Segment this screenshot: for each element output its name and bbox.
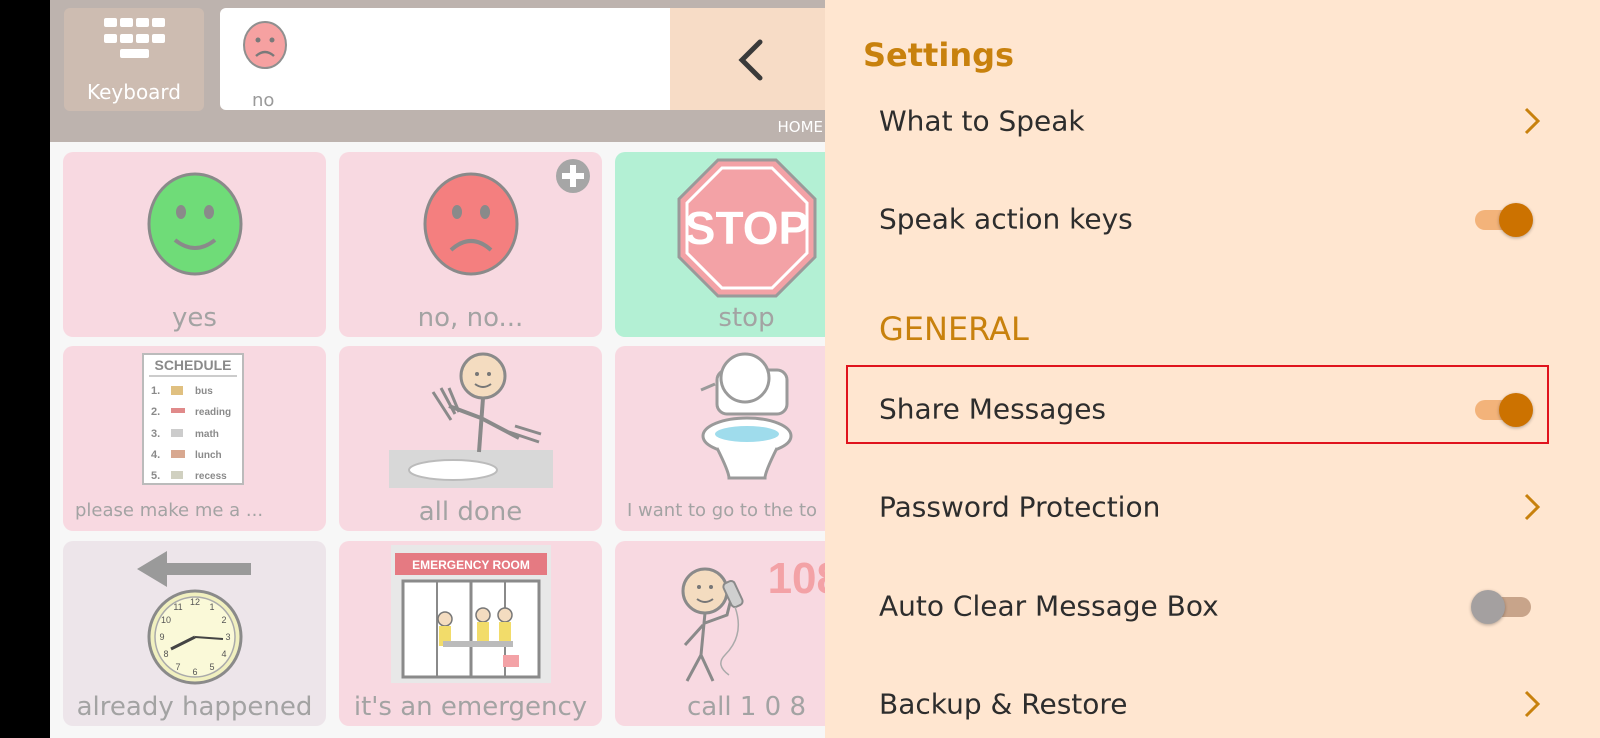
sad-face-icon — [423, 172, 519, 276]
tile-already-happened[interactable]: 12 1 2 3 4 5 6 7 8 9 10 11 already happe… — [63, 541, 326, 726]
stop-text: STOP — [685, 202, 809, 254]
svg-text:11: 11 — [173, 602, 182, 612]
svg-text:9: 9 — [159, 632, 164, 642]
chevron-left-icon — [738, 39, 763, 81]
chevron-right-icon — [1524, 107, 1541, 135]
setting-auto-clear-message-box[interactable]: Auto Clear Message Box — [861, 567, 1561, 645]
clock-icon: 12 1 2 3 4 5 6 7 8 9 10 11 — [137, 551, 251, 685]
top-bar: Keyboard no HOME — [50, 0, 825, 142]
tile-no[interactable]: no, no... — [339, 152, 602, 337]
tile-schedule[interactable]: SCHEDULE 1. bus 2. reading 3. math 4. lu… — [63, 346, 326, 531]
aac-board: Keyboard no HOME yes no, no... STOP stop… — [50, 0, 825, 738]
svg-text:8: 8 — [163, 649, 168, 659]
add-icon[interactable] — [555, 158, 591, 194]
backspace-button[interactable] — [670, 8, 825, 110]
schedule-icon: SCHEDULE 1. bus 2. reading 3. math 4. lu… — [142, 353, 244, 485]
svg-text:4: 4 — [221, 649, 226, 659]
tile-label: no, no... — [417, 303, 524, 333]
tile-label: stop — [718, 303, 775, 333]
message-word: no — [252, 90, 275, 111]
tile-stop[interactable]: STOP stop — [615, 152, 825, 337]
svg-text:6: 6 — [192, 667, 197, 677]
message-box[interactable]: no — [220, 8, 670, 111]
tile-label: yes — [172, 303, 217, 333]
setting-speak-action-keys[interactable]: Speak action keys — [861, 180, 1561, 258]
setting-label: Password Protection — [879, 490, 1161, 524]
schedule-title: SCHEDULE — [154, 357, 231, 373]
tile-label: please make me a ... — [75, 500, 264, 521]
setting-backup-restore[interactable]: Backup & Restore — [861, 665, 1561, 738]
setting-label: Speak action keys — [879, 202, 1133, 236]
setting-label: Auto Clear Message Box — [879, 589, 1219, 623]
svg-text:bus: bus — [195, 386, 213, 397]
tile-label: all done — [418, 497, 523, 527]
svg-text:1.: 1. — [151, 385, 160, 397]
chevron-right-icon — [1524, 493, 1541, 521]
tile-yes[interactable]: yes — [63, 152, 326, 337]
breadcrumb-home[interactable]: HOME — [777, 118, 825, 136]
svg-text:4.: 4. — [151, 449, 160, 461]
highlight-box — [846, 365, 1549, 444]
svg-text:recess: recess — [195, 471, 227, 482]
svg-text:10: 10 — [161, 615, 171, 625]
auto-clear-toggle[interactable] — [1471, 588, 1533, 624]
tile-label: already happened — [76, 692, 313, 722]
stop-sign-icon: STOP — [677, 158, 817, 298]
toilet-icon — [700, 352, 793, 480]
phone-call-icon: 108 — [681, 554, 825, 682]
setting-label: What to Speak — [879, 104, 1085, 138]
svg-text:5.: 5. — [151, 470, 160, 482]
speak-action-keys-toggle[interactable] — [1471, 201, 1533, 237]
tile-emergency[interactable]: EMERGENCY ROOM it's an emergency — [339, 541, 602, 726]
svg-text:3.: 3. — [151, 428, 160, 440]
svg-text:7: 7 — [175, 662, 180, 672]
svg-text:2: 2 — [221, 615, 226, 625]
all-done-icon — [389, 352, 553, 488]
tile-label: it's an emergency — [353, 692, 588, 722]
sad-face-icon — [243, 21, 287, 69]
svg-text:reading: reading — [195, 407, 231, 418]
tile-toilet[interactable]: I want to go to the to — [615, 346, 825, 531]
page-title: Settings — [863, 36, 1015, 74]
svg-text:12: 12 — [190, 597, 200, 607]
svg-text:5: 5 — [209, 662, 214, 672]
keyboard-icon — [102, 18, 166, 62]
chevron-right-icon — [1524, 690, 1541, 718]
keyboard-label: Keyboard — [86, 80, 181, 104]
tile-call-108[interactable]: 108 call 1 0 8 — [615, 541, 825, 726]
svg-text:lunch: lunch — [195, 450, 222, 461]
tile-all-done[interactable]: all done — [339, 346, 602, 531]
svg-text:1: 1 — [209, 602, 214, 612]
svg-text:math: math — [195, 429, 219, 440]
keyboard-button[interactable]: Keyboard — [64, 8, 204, 111]
setting-password-protection[interactable]: Password Protection — [861, 468, 1561, 546]
svg-text:3: 3 — [225, 632, 230, 642]
tile-label: call 1 0 8 — [686, 692, 807, 722]
tile-label: I want to go to the to — [627, 500, 818, 521]
section-header-general: GENERAL — [879, 310, 1029, 348]
setting-what-to-speak[interactable]: What to Speak — [861, 82, 1561, 160]
setting-label: Backup & Restore — [879, 687, 1128, 721]
svg-text:2.: 2. — [151, 406, 160, 418]
emergency-sign-text: EMERGENCY ROOM — [412, 558, 530, 572]
emergency-room-icon: EMERGENCY ROOM — [391, 545, 551, 683]
happy-face-icon — [147, 172, 243, 276]
phone-number: 108 — [768, 554, 825, 603]
